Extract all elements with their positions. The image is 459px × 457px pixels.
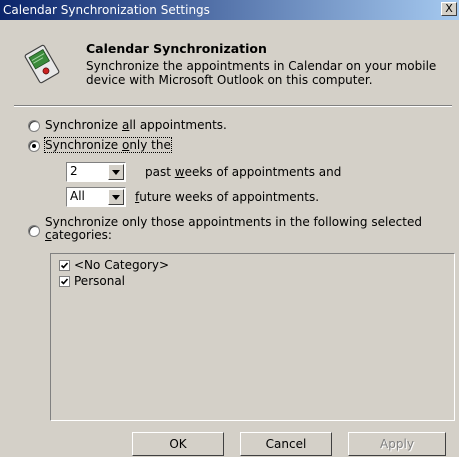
title-bar: Calendar Synchronization Settings X [0,0,459,20]
checkbox-checked[interactable] [59,275,70,287]
radio-sync-categories[interactable]: Synchronize only those appointments in t… [28,216,422,242]
chevron-down-icon[interactable] [108,189,124,205]
radio-sync-all-label: Synchronize all appointments. [45,118,227,132]
close-icon: X [445,2,453,15]
cancel-button[interactable]: Cancel [240,432,332,456]
future-weeks-value: All [70,189,85,203]
checkbox-checked[interactable] [59,259,70,271]
window-title: Calendar Synchronization Settings [3,3,210,17]
radio-sync-categories-label: Synchronize only those appointments in t… [45,215,422,242]
ok-button[interactable]: OK [132,432,224,456]
close-button[interactable]: X [441,2,457,16]
radio-sync-all[interactable]: Synchronize all appointments. [28,118,227,132]
category-list[interactable]: <No Category> Personal [50,253,455,421]
header-title: Calendar Synchronization [86,41,267,56]
header-description: Synchronize the appointments in Calendar… [86,59,437,87]
past-weeks-value: 2 [70,164,78,178]
category-label: <No Category> [74,258,170,272]
radio-button[interactable] [28,225,40,237]
past-weeks-dropdown[interactable]: 2 [66,162,126,182]
calendar-device-icon [24,44,60,84]
future-weeks-label: future weeks of appointments. [135,190,320,204]
chevron-down-icon[interactable] [108,164,124,180]
separator [14,105,452,107]
radio-sync-only-label: Synchronize only the [44,137,172,153]
apply-button[interactable]: Apply [348,432,446,456]
past-weeks-label: past weeks of appointments and [145,165,342,179]
radio-sync-only[interactable]: Synchronize only the [28,137,172,153]
radio-button[interactable] [28,120,40,132]
list-item[interactable]: Personal [59,274,125,288]
list-item[interactable]: <No Category> [59,258,169,272]
future-weeks-dropdown[interactable]: All [66,187,126,207]
radio-button-selected[interactable] [28,140,40,152]
category-label: Personal [74,274,126,288]
